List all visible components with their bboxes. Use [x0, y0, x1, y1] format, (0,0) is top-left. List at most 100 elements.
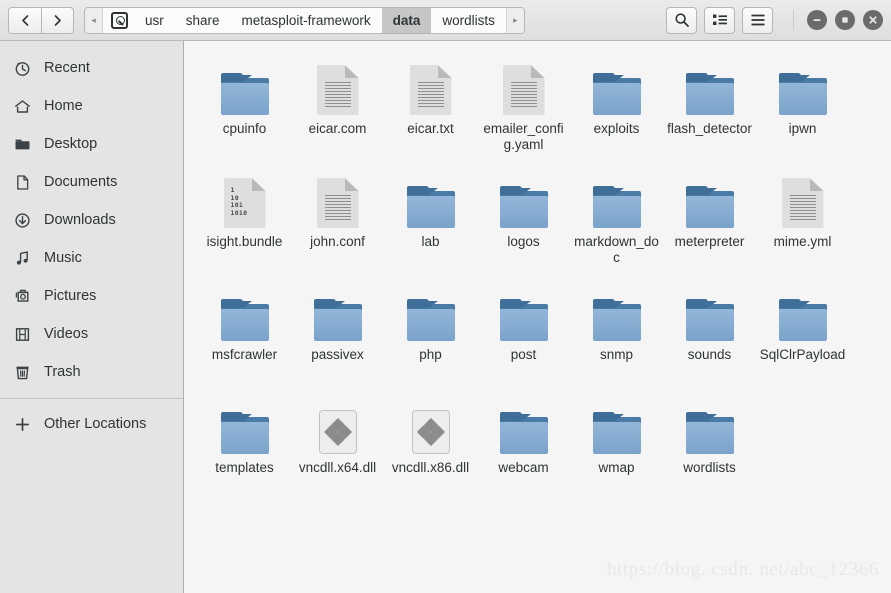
file-name-label: emailer_config.yaml	[483, 121, 564, 152]
breadcrumb-scroll-left-button[interactable]: ◂	[85, 7, 103, 33]
sidebar-item-label: Downloads	[44, 212, 116, 228]
file-item[interactable]: eicar.txt	[384, 55, 477, 168]
file-icon-wrap	[220, 63, 269, 115]
chevron-left-icon	[21, 14, 28, 26]
sidebar-item-label: Videos	[44, 326, 89, 342]
file-item[interactable]: SqlClrPayload	[756, 281, 849, 394]
breadcrumb-item-metasploit-framework[interactable]: metasploit-framework	[231, 8, 382, 33]
sidebar-item-pictures[interactable]: Pictures	[0, 277, 183, 315]
file-item[interactable]: wordlists	[663, 394, 756, 507]
document-icon	[14, 174, 31, 191]
minimize-icon	[813, 19, 821, 21]
music-note-icon	[14, 250, 31, 267]
file-icon-wrap	[499, 402, 548, 454]
file-name-label: sounds	[687, 347, 732, 362]
file-item[interactable]: templates	[198, 394, 291, 507]
file-item[interactable]: markdown_doc	[570, 168, 663, 281]
file-item[interactable]: exploits	[570, 55, 663, 168]
file-item[interactable]: lab	[384, 168, 477, 281]
sidebar-separator	[0, 398, 183, 399]
sidebar-item-music[interactable]: Music	[0, 239, 183, 277]
search-button[interactable]	[666, 6, 697, 34]
folder-icon	[592, 412, 641, 454]
folder-icon	[499, 299, 548, 341]
maximize-icon	[842, 17, 848, 23]
file-item[interactable]: php	[384, 281, 477, 394]
folder-icon	[592, 299, 641, 341]
file-grid: cpuinfo eicar.com eicar.txt emailer_config.…	[184, 55, 891, 507]
folder-icon	[685, 73, 734, 115]
breadcrumb-device-button[interactable]	[103, 8, 134, 33]
file-item[interactable]: cpuinfo	[198, 55, 291, 168]
file-item[interactable]: emailer_config.yaml	[477, 55, 570, 168]
folder-icon	[592, 73, 641, 115]
file-item[interactable]: sounds	[663, 281, 756, 394]
sidebar-item-desktop[interactable]: Desktop	[0, 125, 183, 163]
breadcrumb: ◂ usr share metasploit-framework data wo…	[84, 6, 525, 34]
file-icon-wrap: 1 10 101 1010	[223, 176, 266, 228]
minimize-button[interactable]	[807, 10, 827, 30]
back-button[interactable]	[8, 6, 41, 34]
folder-icon	[499, 412, 548, 454]
sidebar-item-label: Desktop	[44, 136, 98, 152]
file-icon-wrap	[406, 176, 455, 228]
file-item[interactable]: logos	[477, 168, 570, 281]
menu-button[interactable]	[742, 6, 773, 34]
forward-button[interactable]	[41, 6, 74, 34]
file-icon-wrap	[592, 402, 641, 454]
file-item[interactable]: vncdll.x64.dll	[291, 394, 384, 507]
file-list-view[interactable]: cpuinfo eicar.com eicar.txt emailer_config.…	[184, 41, 891, 593]
file-item[interactable]: john.conf	[291, 168, 384, 281]
film-icon	[14, 326, 31, 343]
file-item[interactable]: msfcrawler	[198, 281, 291, 394]
file-item[interactable]: ipwn	[756, 55, 849, 168]
file-icon-wrap	[778, 289, 827, 341]
file-item[interactable]: webcam	[477, 394, 570, 507]
sidebar-item-label: Other Locations	[44, 416, 147, 432]
sidebar-item-home[interactable]: Home	[0, 87, 183, 125]
file-icon-wrap	[592, 176, 641, 228]
folder-icon	[220, 412, 269, 454]
view-mode-button[interactable]	[704, 6, 735, 34]
trash-icon	[14, 364, 31, 381]
file-icon-wrap	[220, 402, 269, 454]
search-icon	[674, 13, 689, 27]
chevron-right-icon	[54, 14, 61, 26]
file-item[interactable]: flash_detector	[663, 55, 756, 168]
sidebar-item-videos[interactable]: Videos	[0, 315, 183, 353]
breadcrumb-item-wordlists[interactable]: wordlists	[431, 8, 506, 33]
file-item[interactable]: post	[477, 281, 570, 394]
file-item[interactable]: meterpreter	[663, 168, 756, 281]
file-name-label: templates	[215, 460, 274, 475]
breadcrumb-item-usr[interactable]: usr	[134, 8, 175, 33]
file-icon-wrap	[316, 176, 359, 228]
file-item[interactable]: wmap	[570, 394, 663, 507]
file-item[interactable]: 1 10 101 1010 isight.bundle	[198, 168, 291, 281]
file-icon-wrap	[685, 402, 734, 454]
file-name-label: wmap	[598, 460, 635, 475]
folder-icon	[220, 299, 269, 341]
breadcrumb-scroll-right-button[interactable]: ▸	[505, 7, 524, 33]
file-name-label: cpuinfo	[222, 121, 267, 136]
sidebar-item-recent[interactable]: Recent	[0, 49, 183, 87]
header-bar: ◂ usr share metasploit-framework data wo…	[0, 0, 891, 41]
maximize-button[interactable]	[835, 10, 855, 30]
file-item[interactable]: eicar.com	[291, 55, 384, 168]
file-item[interactable]: vncdll.x86.dll	[384, 394, 477, 507]
file-item[interactable]: passivex	[291, 281, 384, 394]
sidebar-item-label: Recent	[44, 60, 90, 76]
sidebar-item-label: Music	[44, 250, 82, 266]
sidebar-item-downloads[interactable]: Downloads	[0, 201, 183, 239]
sidebar-item-documents[interactable]: Documents	[0, 163, 183, 201]
breadcrumb-item-share[interactable]: share	[175, 8, 231, 33]
sidebar-item-trash[interactable]: Trash	[0, 353, 183, 391]
file-item[interactable]: mime.yml	[756, 168, 849, 281]
sidebar-item-other-locations[interactable]: Other Locations	[0, 405, 183, 443]
close-button[interactable]	[863, 10, 883, 30]
folder-icon	[313, 299, 362, 341]
breadcrumb-item-data[interactable]: data	[381, 7, 432, 33]
download-icon	[14, 212, 31, 229]
sidebar: Recent Home Desktop Documents Downloads …	[0, 41, 184, 593]
file-item[interactable]: snmp	[570, 281, 663, 394]
file-name-label: wordlists	[683, 460, 736, 475]
